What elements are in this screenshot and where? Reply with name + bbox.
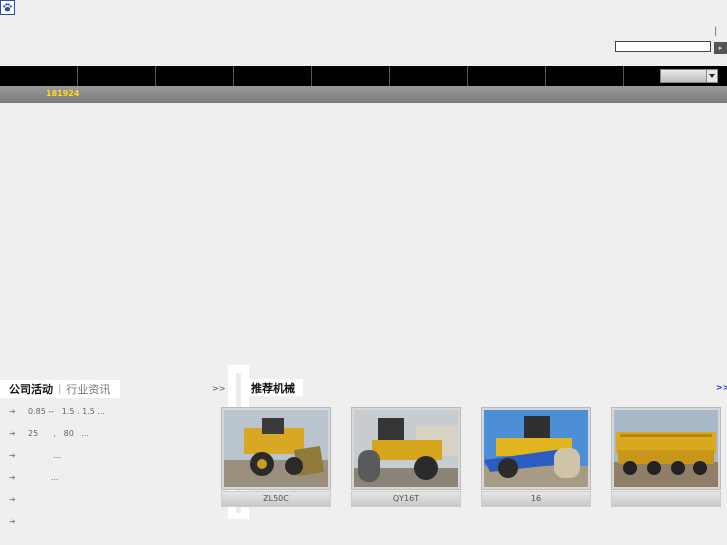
list-item[interactable]: ➔ ...	[9, 466, 219, 488]
truck-crane-photo	[614, 410, 718, 487]
arrow-bullet-icon: ➔	[9, 494, 16, 504]
road-roller-photo	[354, 410, 458, 487]
arrow-bullet-icon: ➔	[9, 406, 16, 416]
machine-caption: 16	[481, 491, 591, 507]
wheel-loader-photo	[224, 410, 328, 487]
list-item[interactable]: ➔	[9, 510, 219, 532]
search-button[interactable]: ▸	[714, 42, 727, 54]
nav-item[interactable]	[78, 66, 156, 86]
news-more-link[interactable]: >>	[212, 384, 225, 393]
machine-card[interactable]: 16	[481, 407, 591, 507]
news-item-text: 0.85 -- 1.5 . 1.5 ...	[28, 406, 106, 416]
tab-separator: |	[58, 383, 62, 395]
arrow-right-icon: ▸	[718, 44, 723, 52]
nav-item[interactable]	[312, 66, 390, 86]
nav-item[interactable]	[156, 66, 234, 86]
arrow-bullet-icon: ➔	[9, 450, 16, 460]
nav-item[interactable]	[0, 66, 78, 86]
search-input[interactable]	[615, 41, 711, 52]
machine-caption: ZL50C	[221, 491, 331, 507]
machine-caption: QY16T	[351, 491, 461, 507]
list-item[interactable]: ➔ 25 , 80 ...	[9, 422, 219, 444]
recommended-title: 推荐机械	[248, 379, 303, 396]
recommended-more-link[interactable]: >>	[716, 383, 727, 392]
arrow-bullet-icon: ➔	[9, 472, 16, 482]
news-item-text: ...	[28, 450, 62, 460]
machine-card[interactable]: ZL50C	[221, 407, 331, 507]
news-tabs: 公司活动 | 行业资讯	[0, 380, 120, 398]
machine-photo	[221, 407, 331, 490]
arrow-bullet-icon: ➔	[9, 516, 16, 526]
machine-caption	[611, 491, 721, 507]
list-item[interactable]: ➔ ...	[9, 444, 219, 466]
header-separator: |	[714, 26, 718, 37]
chevron-down-icon	[706, 70, 717, 82]
nav-item[interactable]	[390, 66, 468, 86]
nav-item[interactable]	[546, 66, 624, 86]
paw-icon	[3, 3, 12, 12]
news-item-text: ...	[28, 472, 59, 482]
tab-company-activities[interactable]: 公司活动	[9, 381, 53, 397]
machine-photo	[351, 407, 461, 490]
phone-number: 181924	[46, 89, 80, 98]
news-item-text: 25 , 80 ...	[28, 428, 90, 438]
list-item[interactable]: ➔	[9, 488, 219, 510]
news-list: ➔ 0.85 -- 1.5 . 1.5 ... ➔ 25 , 80 ... ➔ ..…	[9, 400, 219, 532]
arrow-bullet-icon: ➔	[9, 428, 16, 438]
main-nav	[0, 66, 727, 86]
list-item[interactable]: ➔ 0.85 -- 1.5 . 1.5 ...	[9, 400, 219, 422]
machine-photo	[611, 407, 721, 490]
road-roller-photo	[484, 410, 588, 487]
site-logo[interactable]	[0, 0, 15, 15]
machine-card[interactable]	[611, 407, 721, 507]
sub-bar: 181924	[0, 86, 727, 103]
nav-dropdown[interactable]	[660, 69, 718, 83]
machine-card[interactable]: QY16T	[351, 407, 461, 507]
nav-item[interactable]	[468, 66, 546, 86]
machine-photo	[481, 407, 591, 490]
nav-item[interactable]	[234, 66, 312, 86]
tab-industry-news[interactable]: 行业资讯	[66, 381, 110, 397]
